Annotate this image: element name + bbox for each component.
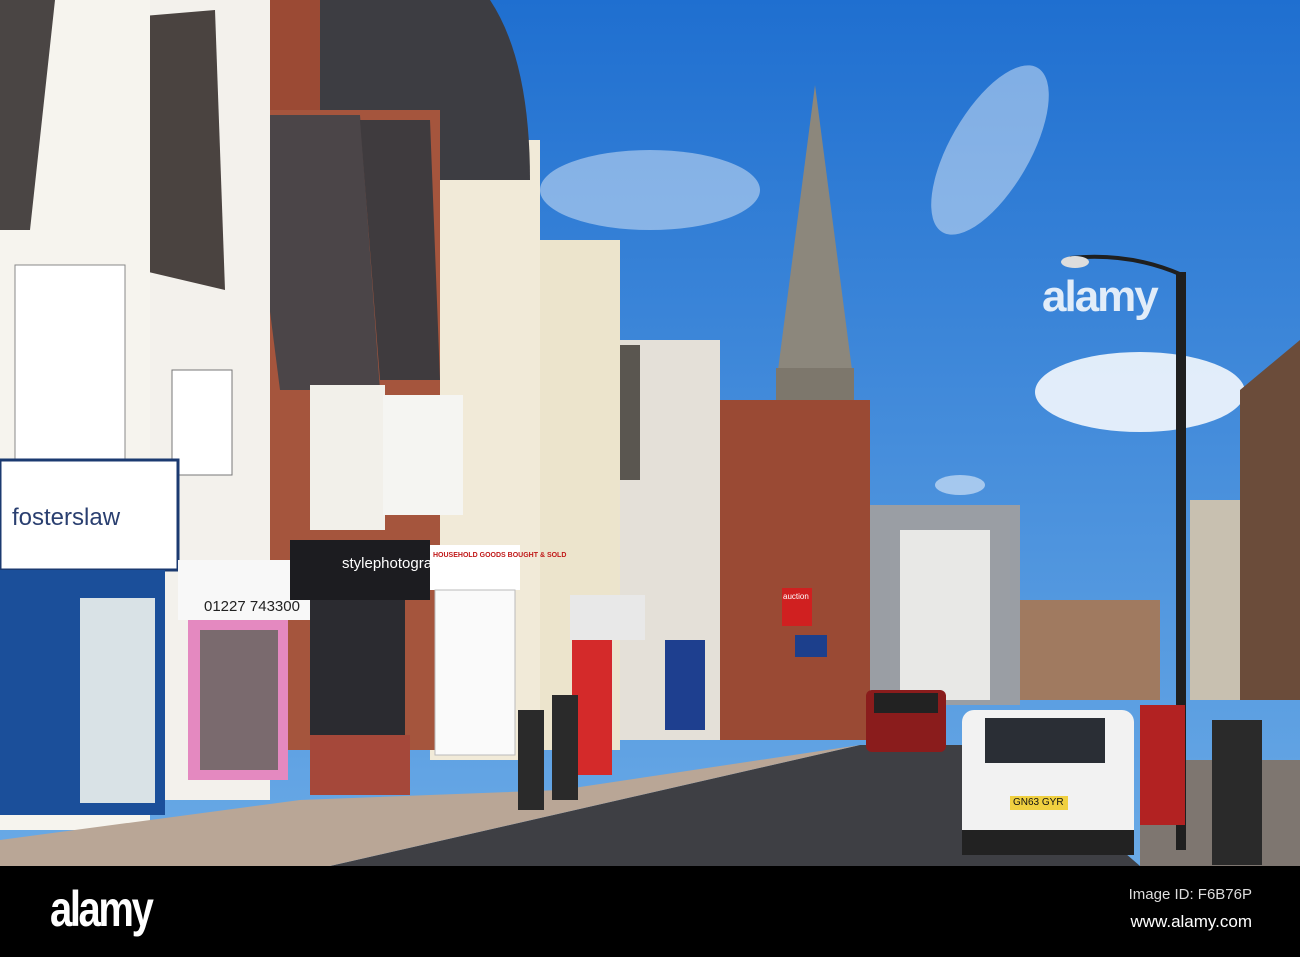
number-plate: GN63 GYR bbox=[1013, 797, 1064, 808]
white-car bbox=[962, 710, 1134, 855]
alamy-logo: alamy bbox=[50, 881, 154, 937]
fosterslaw-sign: fosterslaw bbox=[12, 504, 121, 531]
photo-frame: fosterslaw 01227 743300 stylephotography… bbox=[0, 0, 1300, 957]
phone-sign: 01227 743300 bbox=[204, 598, 300, 615]
auction-sign: auction bbox=[783, 592, 809, 601]
site-url: www.alamy.com bbox=[1130, 912, 1252, 931]
household-sign: HOUSEHOLD GOODS BOUGHT & SOLD bbox=[433, 552, 567, 559]
footer-bar: alamy Image ID: F6B76P www.alamy.com bbox=[0, 866, 1300, 957]
red-car bbox=[866, 690, 946, 752]
watermark: alamy bbox=[1042, 272, 1159, 321]
image-id: Image ID: F6B76P bbox=[1128, 886, 1252, 903]
street-photo bbox=[0, 0, 1300, 866]
